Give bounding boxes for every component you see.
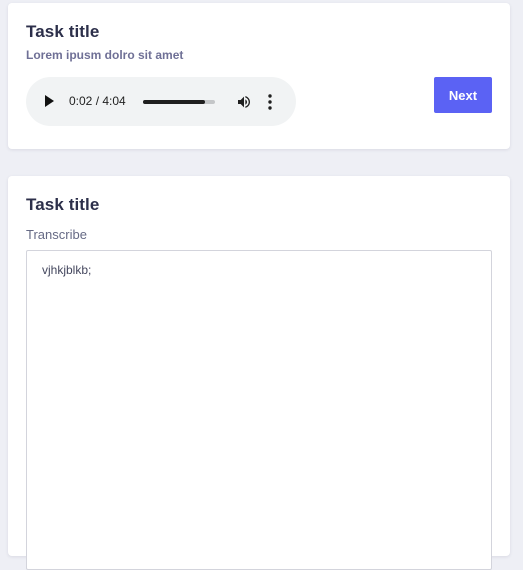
task-card-transcribe: Task title Transcribe vjhkjblkb; [8, 176, 510, 570]
next-button[interactable]: Next [434, 77, 492, 113]
play-icon[interactable] [45, 95, 54, 107]
seek-bar-progress [143, 100, 205, 104]
task-title: Task title [26, 195, 100, 214]
task-card-audio: Task title Lorem ipusm dolro sit amet 0:… [8, 3, 510, 149]
task-title: Task title [26, 22, 100, 41]
task-subtitle: Lorem ipusm dolro sit amet [26, 48, 184, 62]
more-vertical-icon[interactable] [266, 93, 274, 111]
audio-time: 0:02 / 4:04 [69, 94, 126, 108]
seek-bar[interactable] [143, 100, 215, 104]
audio-player: 0:02 / 4:04 [26, 77, 296, 126]
transcribe-textarea[interactable]: vjhkjblkb; [26, 250, 492, 570]
transcribe-label: Transcribe [26, 227, 87, 242]
volume-icon[interactable] [236, 94, 252, 110]
